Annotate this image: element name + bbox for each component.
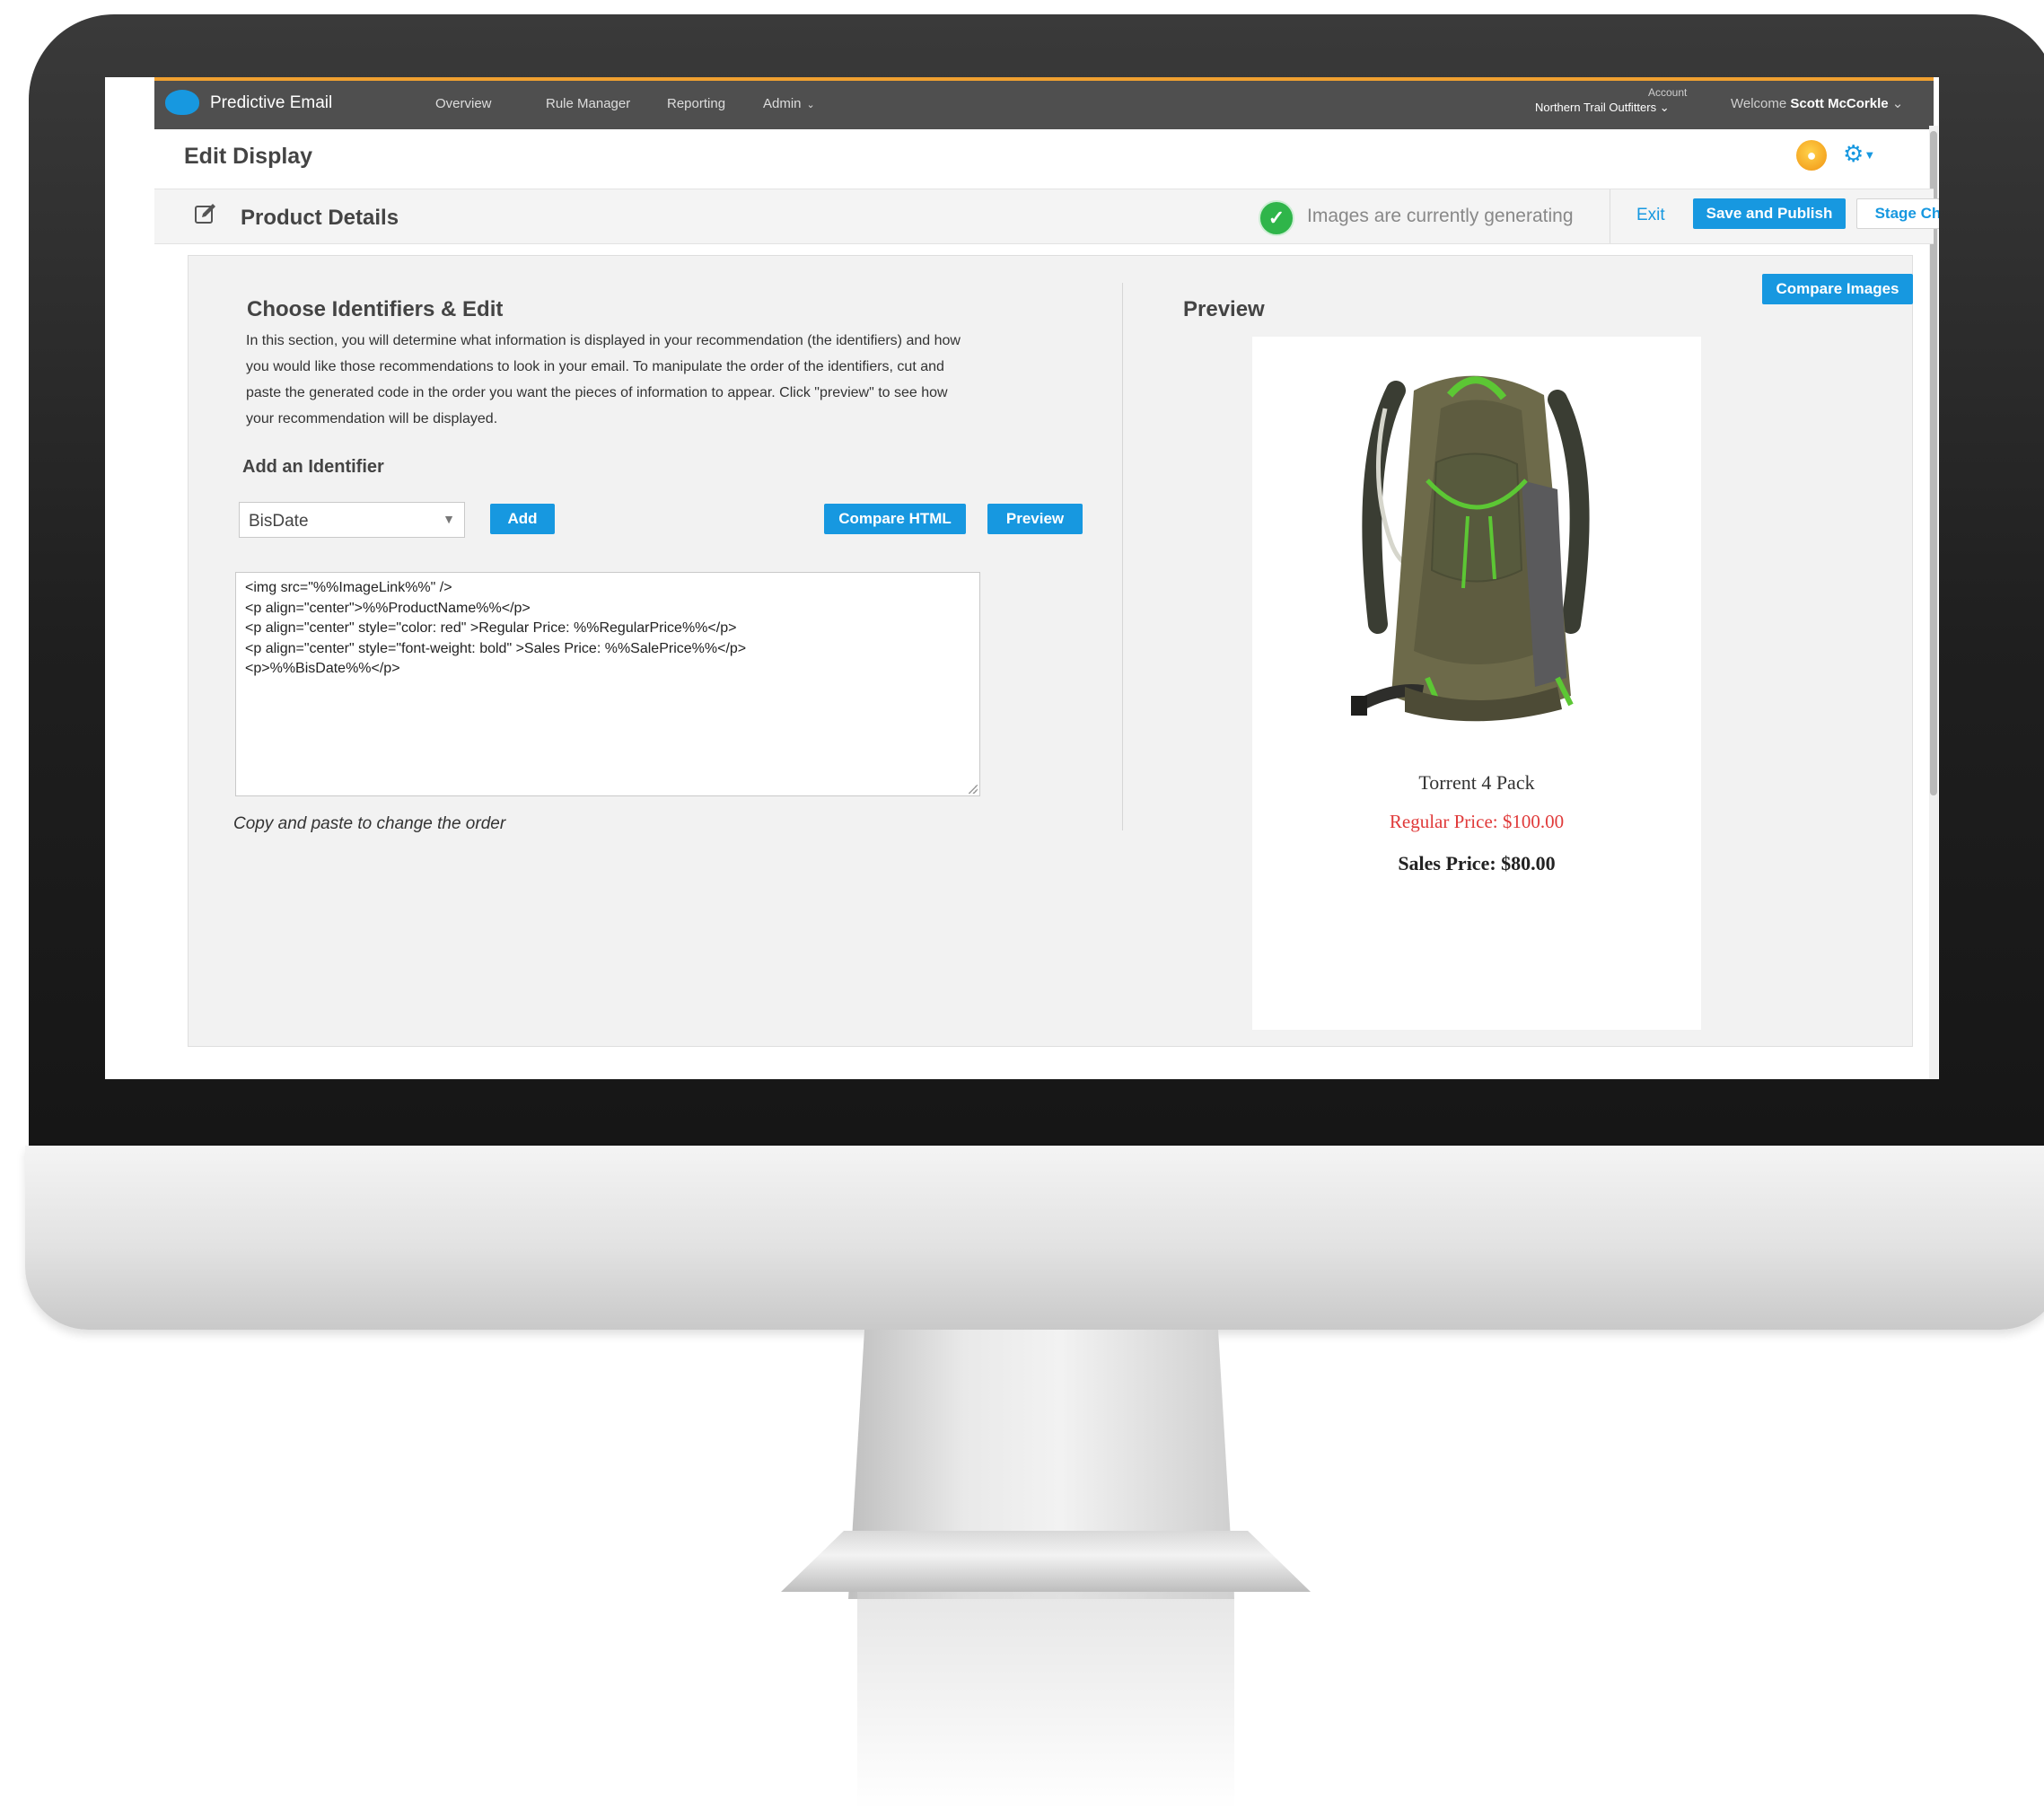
product-regular-price: Regular Price: $100.00 bbox=[1389, 811, 1565, 832]
exit-button[interactable]: Exit bbox=[1636, 206, 1665, 225]
user-menu[interactable]: Welcome Scott McCorkle ⌄ bbox=[1731, 95, 1903, 111]
chevron-down-icon: ⌄ bbox=[806, 100, 815, 110]
cloud-logo-icon[interactable] bbox=[165, 90, 199, 115]
code-editor-text: <img src="%%ImageLink%%" /> <p align="ce… bbox=[245, 580, 747, 676]
monitor-stand-base bbox=[781, 1531, 1311, 1592]
content-panel: Choose Identifiers & Edit In this sectio… bbox=[188, 255, 1913, 1047]
app-name[interactable]: Predictive Email bbox=[210, 93, 332, 113]
add-button[interactable]: Add bbox=[490, 504, 555, 534]
chevron-down-icon: ⌄ bbox=[1659, 101, 1670, 114]
reorder-hint: Copy and paste to change the order bbox=[233, 814, 506, 833]
compare-html-button[interactable]: Compare HTML bbox=[824, 504, 966, 534]
product-name: Torrent 4 Pack bbox=[1418, 771, 1535, 794]
account-name: Northern Trail Outfitters bbox=[1535, 101, 1657, 114]
chevron-down-icon: ⌄ bbox=[1891, 96, 1904, 111]
gear-icon[interactable]: ⚙▼ bbox=[1843, 140, 1875, 169]
section-title: Product Details bbox=[241, 206, 399, 230]
lightbulb-icon[interactable]: ● bbox=[1796, 140, 1827, 171]
nav-overview[interactable]: Overview bbox=[435, 96, 492, 111]
status-text: Images are currently generating bbox=[1307, 206, 1574, 226]
backpack-image bbox=[1351, 375, 1590, 722]
monitor-chin bbox=[25, 1146, 2044, 1330]
top-nav-bar: Predictive Email Overview Rule Manager R… bbox=[154, 77, 1934, 129]
compare-images-button[interactable]: Compare Images bbox=[1762, 274, 1913, 304]
user-name: Scott McCorkle bbox=[1790, 96, 1889, 111]
preview-heading: Preview bbox=[1183, 297, 1265, 321]
identifier-select[interactable]: BisDate ▼ bbox=[239, 502, 465, 538]
stage-changes-button[interactable]: Stage Changes bbox=[1856, 198, 1939, 229]
caret-down-icon: ▼ bbox=[443, 512, 455, 526]
save-and-publish-button[interactable]: Save and Publish bbox=[1693, 198, 1846, 229]
check-circle-icon: ✓ bbox=[1259, 200, 1294, 236]
product-sale-price: Sales Price: $80.00 bbox=[1398, 852, 1556, 874]
nav-rule-manager[interactable]: Rule Manager bbox=[546, 96, 630, 111]
choose-identifiers-heading: Choose Identifiers & Edit bbox=[247, 297, 504, 321]
preview-button[interactable]: Preview bbox=[987, 504, 1083, 534]
column-divider bbox=[1122, 283, 1123, 830]
resize-handle-icon[interactable] bbox=[969, 785, 978, 794]
account-switcher[interactable]: Northern Trail Outfitters ⌄ bbox=[1535, 101, 1670, 115]
edit-pencil-icon bbox=[195, 204, 215, 224]
account-label: Account bbox=[1648, 86, 1688, 99]
code-editor[interactable]: <img src="%%ImageLink%%" /> <p align="ce… bbox=[235, 572, 980, 796]
nav-admin[interactable]: Admin ⌄ bbox=[763, 96, 815, 111]
nav-admin-label: Admin bbox=[763, 96, 802, 111]
intro-text: In this section, you will determine what… bbox=[246, 333, 961, 426]
welcome-label: Welcome bbox=[1731, 96, 1787, 111]
toolbar: Product Details ✓ Images are currently g… bbox=[154, 189, 1939, 244]
page-title: Edit Display bbox=[184, 144, 313, 169]
monitor-stand-reflection bbox=[857, 1592, 1234, 1810]
identifier-select-value: BisDate bbox=[249, 512, 309, 531]
add-identifier-heading: Add an Identifier bbox=[242, 457, 384, 477]
nav-reporting[interactable]: Reporting bbox=[667, 96, 725, 111]
caret-down-icon: ▼ bbox=[1864, 148, 1876, 163]
screen: Predictive Email Overview Rule Manager R… bbox=[105, 77, 1939, 1079]
preview-card: Torrent 4 Pack Regular Price: $100.00 Sa… bbox=[1252, 337, 1701, 1030]
